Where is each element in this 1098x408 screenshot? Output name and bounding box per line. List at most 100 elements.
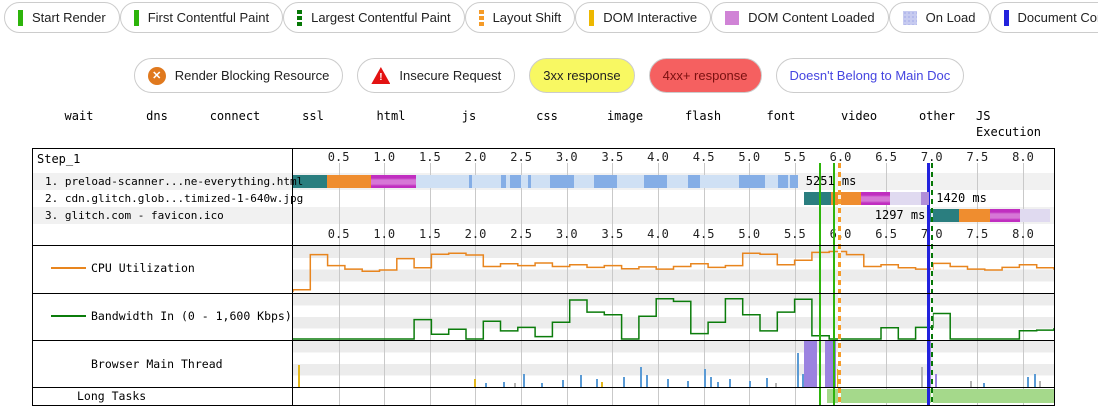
dns-swatch-icon: [121, 126, 193, 139]
bandwidth-line-sample-icon: [51, 315, 86, 317]
legend-label: Largest Contentful Paint: [311, 10, 450, 25]
axis-tick-top: 4.5: [693, 150, 715, 164]
dns-segment: [804, 192, 831, 205]
request-duration-label: 5251 ms: [806, 175, 857, 188]
largest-contentful-paint-marker-line: [931, 163, 933, 405]
main-thread-spike: [766, 378, 768, 387]
legend-label: On Load: [926, 10, 976, 25]
connect-segment: [959, 209, 990, 222]
mime-legend-label: image: [607, 108, 643, 124]
axis-tick-bottom: 3.5: [602, 227, 624, 241]
lcp-marker-icon: [297, 10, 302, 26]
request-duration-label: 1297 ms: [875, 209, 926, 222]
first-contentful-paint-marker-line: [833, 163, 835, 405]
html-download-chunk: [688, 175, 700, 188]
legend-label: DOM Content Loaded: [748, 10, 874, 25]
axis-tick-bottom: 6.5: [875, 227, 897, 241]
html-download-chunk: [778, 175, 787, 188]
legend-render-blocking: ✕ Render Blocking Resource: [134, 58, 344, 93]
legend-label: Doesn't Belong to Main Doc: [790, 68, 951, 83]
axis-tick-top: 7.0: [921, 150, 943, 164]
css-swatch-icon: [511, 126, 583, 139]
divider: [33, 340, 1054, 341]
request-duration-label: 1420 ms: [936, 192, 987, 205]
legend-4xx-response: 4xx+ response: [649, 58, 762, 93]
axis-tick-top: 3.0: [556, 150, 578, 164]
cpu-utilization-label: CPU Utilization: [91, 261, 195, 275]
main-thread-spike: [646, 375, 648, 387]
flags-legend-row: ✕ Render Blocking Resource !Insecure Requ…: [0, 58, 1098, 93]
main-thread-spike: [802, 374, 804, 387]
mime-legend-label: ssl: [302, 108, 324, 124]
layout-shift-marker-icon: [479, 10, 484, 26]
axis-tick-top: 2.0: [465, 150, 487, 164]
main-thread-spike: [729, 379, 731, 387]
main-thread-spike: [1027, 377, 1029, 387]
request-row-label-2[interactable]: 2. cdn.glitch.glob...timized-1-640w.jpg: [45, 190, 303, 207]
axis-tick-top: 1.0: [373, 150, 395, 164]
legend-dom-content-loaded: DOM Content Loaded: [711, 2, 888, 33]
divider: [33, 387, 1054, 388]
render-blocking-icon: ✕: [148, 67, 166, 85]
main-thread-spike: [474, 379, 476, 387]
mime-legend-label: video: [841, 108, 877, 124]
step-label: Step_1: [37, 152, 80, 166]
connect-swatch-icon: [199, 126, 271, 139]
axis-tick-top: 0.5: [328, 150, 350, 164]
long-task-bar: [827, 389, 1054, 403]
axis-tick-bottom: 1.5: [419, 227, 441, 241]
axis-tick-top: 2.5: [510, 150, 532, 164]
fcp-marker-icon: [134, 10, 139, 26]
legend-on-load: On Load: [889, 2, 990, 33]
image-download-segment: [1020, 209, 1050, 222]
axis-tick-bottom: 4.5: [693, 227, 715, 241]
ssl-segment: [990, 209, 1020, 222]
legend-first-contentful-paint: First Contentful Paint: [120, 2, 283, 33]
waterfall-table: Step_1 1. preload-scanner...ne-everythin…: [32, 148, 1055, 406]
dns-segment: [930, 209, 959, 222]
main-thread-spike: [640, 367, 642, 387]
request-row-label-3[interactable]: 3. glitch.com - favicon.ico: [45, 207, 224, 224]
legend-label: Render Blocking Resource: [175, 68, 330, 83]
main-thread-spike: [704, 369, 706, 387]
html-swatch-icon: [355, 126, 427, 139]
axis-tick-bottom: 4.0: [647, 227, 669, 241]
axis-tick-bottom: 2.0: [465, 227, 487, 241]
mime-legend-label: wait: [65, 108, 94, 124]
axis-tick-top: 5.5: [784, 150, 806, 164]
legend-label: Start Render: [32, 10, 106, 25]
start-render-marker-line: [819, 163, 821, 405]
mime-legend-label: flash: [685, 108, 721, 124]
html-download-chunk: [469, 175, 472, 188]
other-swatch-icon: [901, 126, 973, 139]
axis-tick-top: 1.5: [419, 150, 441, 164]
mime-legend-label: font: [767, 108, 796, 124]
html-download-chunk: [790, 175, 798, 188]
main-thread-spike: [935, 374, 937, 387]
cpu-utilization-line: [293, 246, 1054, 293]
bandwidth-label: Bandwidth In (0 - 1,600 Kbps): [91, 309, 292, 323]
main-thread-block: [804, 341, 817, 387]
dom-interactive-marker-icon: [589, 10, 594, 26]
html-download-chunk: [510, 175, 521, 188]
axis-tick-top: 7.5: [967, 150, 989, 164]
legend-insecure-request: !Insecure Request: [357, 58, 515, 93]
request-row-label-1[interactable]: 1. preload-scanner...ne-everything.html: [45, 173, 303, 190]
main-thread-spike: [797, 353, 799, 387]
legend-start-render: Start Render: [4, 2, 120, 33]
timing-legend-row: Start Render First Contentful Paint Larg…: [0, 2, 1098, 33]
html-download-chunk: [550, 175, 574, 188]
legend-3xx-response: 3xx response: [529, 58, 634, 93]
ssl-swatch-icon: [277, 126, 349, 139]
html-download-chunk: [644, 175, 667, 188]
html-download-chunk: [501, 175, 506, 188]
legend-label: Insecure Request: [399, 68, 501, 83]
axis-tick-bottom: 0.5: [328, 227, 350, 241]
connect-segment: [831, 192, 860, 205]
axis-tick-top: 5.0: [738, 150, 760, 164]
axis-tick-bottom: 1.0: [373, 227, 395, 241]
mime-legend-label: other: [919, 108, 955, 124]
cpu-line-sample-icon: [51, 267, 86, 269]
legend-label: 3xx response: [543, 68, 620, 83]
html-download-chunk: [594, 175, 617, 188]
